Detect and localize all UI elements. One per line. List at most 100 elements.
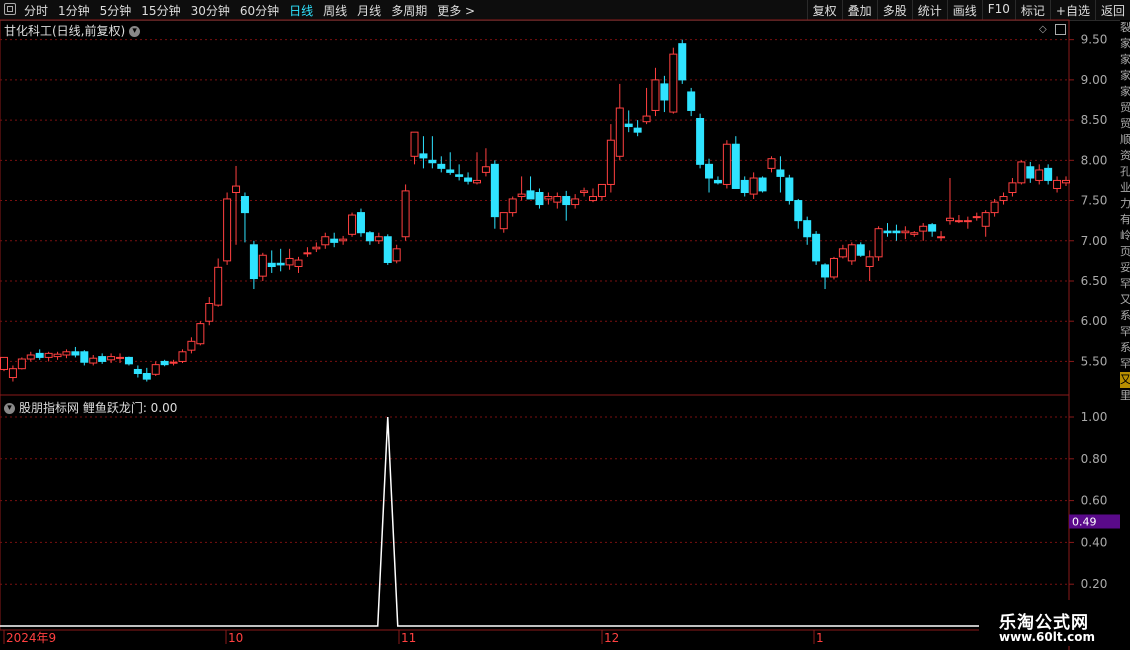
sidebar-item[interactable]: 家 <box>1120 84 1130 100</box>
sidebar-item[interactable]: 贸 <box>1120 100 1130 116</box>
sidebar-item[interactable]: 资 <box>1120 148 1130 164</box>
candle <box>267 262 276 268</box>
sidebar-item[interactable]: 里 <box>1120 388 1130 404</box>
indicator-line <box>0 416 1069 627</box>
candle <box>133 368 142 374</box>
candle <box>410 131 419 157</box>
candle <box>383 236 392 263</box>
sidebar-item[interactable]: 家 <box>1120 36 1130 52</box>
candle <box>481 166 490 173</box>
candle <box>107 356 116 361</box>
candle <box>80 351 89 363</box>
candle <box>392 248 401 262</box>
candle <box>249 244 258 280</box>
candle <box>874 228 883 258</box>
candle <box>892 230 901 234</box>
candle <box>356 212 365 234</box>
candle <box>597 183 606 198</box>
candle <box>535 191 544 206</box>
candle <box>508 198 517 214</box>
indicator-tick-label: 0.60 <box>1081 494 1108 508</box>
candle <box>490 163 499 218</box>
candle <box>705 163 714 179</box>
candle <box>321 236 330 246</box>
candle <box>142 372 151 380</box>
candle <box>571 198 580 206</box>
chevron-down-icon[interactable]: ▾ <box>4 403 15 414</box>
candle <box>472 179 481 184</box>
sidebar-item[interactable]: 罕 <box>1120 356 1130 372</box>
candle <box>553 196 562 203</box>
candle <box>758 177 767 192</box>
sidebar-item[interactable]: 又 <box>1120 292 1130 308</box>
candle <box>89 357 98 364</box>
candle <box>972 216 981 219</box>
sidebar-item[interactable]: 裂 <box>1120 20 1130 36</box>
candle <box>883 230 892 234</box>
candle <box>642 115 651 123</box>
stock-list-sidebar[interactable]: 裂家家家家贸贸顺资孔业力有岭页妥罕又系罕系罕又里 <box>1120 20 1130 650</box>
candle <box>44 352 53 358</box>
sidebar-item[interactable]: 顺 <box>1120 132 1130 148</box>
candle <box>803 220 812 238</box>
candle <box>187 340 196 351</box>
candle <box>71 351 80 356</box>
sidebar-item[interactable]: 孔 <box>1120 164 1130 180</box>
candle <box>847 244 856 262</box>
candle <box>116 356 125 359</box>
sidebar-item[interactable]: 家 <box>1120 68 1130 84</box>
indicator-title-text: 股朋指标网 鲤鱼跃龙门: 0.00 <box>19 401 178 415</box>
y-tick-label: 7.00 <box>1081 234 1108 248</box>
candle <box>160 360 169 366</box>
sidebar-item[interactable]: 岭 <box>1120 228 1130 244</box>
sidebar-item[interactable]: 罕 <box>1120 324 1130 340</box>
price-chart[interactable]: 9.50 9.00 8.50 8.00 7.50 7.00 6.50 6.00 5.50 1.00… <box>0 0 1120 650</box>
candle <box>53 353 62 358</box>
candle <box>223 198 232 262</box>
sidebar-item[interactable]: 业 <box>1120 180 1130 196</box>
candle <box>62 351 71 356</box>
sidebar-item[interactable]: 家 <box>1120 52 1130 68</box>
sidebar-item[interactable]: 系 <box>1120 308 1130 324</box>
sidebar-item[interactable]: 系 <box>1120 340 1130 356</box>
candle <box>669 53 678 113</box>
sidebar-item[interactable]: 力 <box>1120 196 1130 212</box>
candle <box>205 303 214 322</box>
candle <box>365 232 374 242</box>
candle <box>294 259 303 268</box>
sidebar-item[interactable]: 罕 <box>1120 276 1130 292</box>
sidebar-item[interactable]: 妥 <box>1120 260 1130 276</box>
candle <box>8 368 17 379</box>
candle <box>785 177 794 202</box>
x-tick-label: 11 <box>401 631 416 645</box>
candle <box>169 361 178 364</box>
candle <box>562 196 571 206</box>
sidebar-item[interactable]: 页 <box>1120 244 1130 260</box>
candle <box>838 248 847 258</box>
candle <box>999 196 1008 202</box>
candle <box>731 143 740 189</box>
y-tick-label: 6.50 <box>1081 274 1108 288</box>
sidebar-item[interactable]: 又 <box>1120 372 1130 388</box>
candle <box>196 323 205 345</box>
candle <box>928 224 937 232</box>
candle <box>945 217 954 222</box>
candle <box>437 163 446 169</box>
candle <box>446 169 455 173</box>
indicator-tick-label: 0.40 <box>1081 535 1108 549</box>
candle <box>660 83 669 101</box>
y-tick-label: 5.50 <box>1081 354 1108 368</box>
candle <box>696 117 705 165</box>
candle <box>633 127 642 133</box>
candle <box>428 159 437 164</box>
sidebar-item[interactable]: 有 <box>1120 212 1130 228</box>
candle <box>312 246 321 250</box>
candle <box>124 356 133 365</box>
sidebar-item[interactable]: 贸 <box>1120 116 1130 132</box>
candle <box>812 233 821 262</box>
y-tick-label: 9.50 <box>1081 33 1108 47</box>
candle <box>419 153 428 159</box>
y-tick-label: 7.50 <box>1081 194 1108 208</box>
candle <box>240 196 249 214</box>
candle <box>1008 182 1017 193</box>
